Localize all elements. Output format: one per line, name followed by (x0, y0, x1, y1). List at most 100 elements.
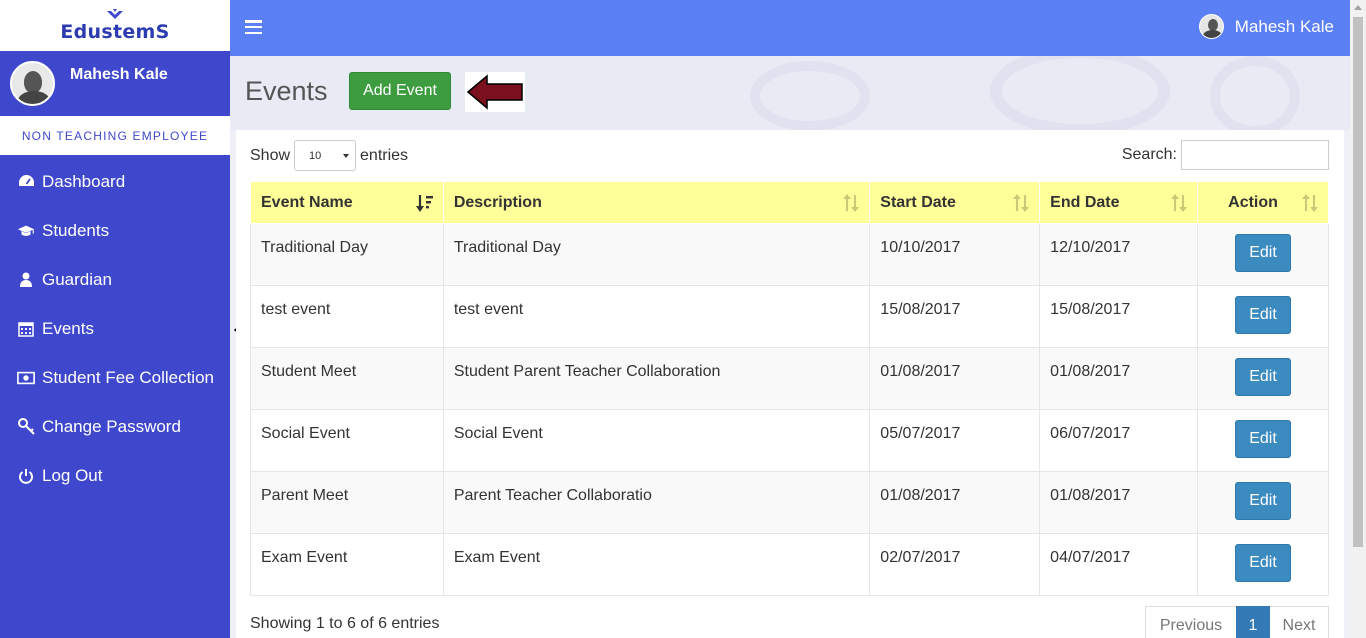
page-title: Events (245, 76, 328, 106)
pagination-next[interactable]: Next (1270, 606, 1329, 638)
user-icon (17, 271, 35, 289)
role-label: NON TEACHING EMPLOYEE (0, 116, 230, 155)
sidebar-item-label: Dashboard (42, 171, 126, 191)
cell-description: Exam Event (442, 533, 871, 596)
edit-button[interactable]: Edit (1235, 358, 1292, 396)
edit-button[interactable]: Edit (1235, 420, 1292, 458)
cell-end-date: 01/08/2017 (1039, 471, 1199, 534)
page-header: Events Add Event (230, 56, 1350, 130)
column-header-description[interactable]: Description (442, 181, 871, 224)
cell-start-date: 15/08/2017 (869, 285, 1041, 348)
top-navbar: Mahesh Kale (230, 0, 1350, 56)
cell-start-date: 05/07/2017 (869, 409, 1041, 472)
cell-start-date: 01/08/2017 (869, 347, 1041, 410)
cell-end-date: 06/07/2017 (1039, 409, 1199, 472)
sort-icon (1013, 194, 1030, 212)
edit-button[interactable]: Edit (1235, 234, 1292, 272)
column-header-end-date[interactable]: End Date (1039, 181, 1199, 224)
sidebar-item-label: Events (42, 318, 94, 338)
cell-end-date: 01/08/2017 (1039, 347, 1199, 410)
column-header-label: End Date (1050, 193, 1120, 211)
add-event-button[interactable]: Add Event (349, 72, 451, 110)
sidebar-item-student-fee-collection[interactable]: Student Fee Collection (0, 353, 230, 402)
background-decoration (1210, 56, 1300, 130)
table-row: Parent Meet Parent Teacher Collaboratio … (250, 471, 1329, 534)
cell-action: Edit (1197, 347, 1329, 410)
table-row: Traditional Day Traditional Day 10/10/20… (250, 223, 1329, 286)
cell-action: Edit (1197, 285, 1329, 348)
cell-description: test event (442, 285, 871, 348)
events-panel: Show 10 entries Search: Event Name Descr… (236, 130, 1344, 638)
scroll-up-icon[interactable] (1354, 5, 1362, 10)
graduation-cap-icon (17, 222, 35, 240)
pagination-previous[interactable]: Previous (1145, 606, 1236, 638)
user-menu[interactable]: Mahesh Kale (1198, 14, 1334, 39)
avatar (10, 61, 55, 106)
cell-event-name: test event (250, 285, 444, 348)
cell-action: Edit (1197, 533, 1329, 596)
chevron-down-icon (343, 154, 350, 158)
table-row: test event test event 15/08/2017 15/08/2… (250, 285, 1329, 348)
entries-select-value: 10 (309, 149, 322, 162)
cell-start-date: 01/08/2017 (869, 471, 1041, 534)
pagination-page-1[interactable]: 1 (1236, 606, 1270, 638)
pagination: Previous 1 Next (1145, 606, 1329, 638)
table-row: Social Event Social Event 05/07/2017 06/… (250, 409, 1329, 472)
menu-toggle-icon[interactable] (245, 20, 262, 34)
cell-event-name: Student Meet (250, 347, 444, 410)
sidebar-item-dashboard[interactable]: Dashboard (0, 157, 230, 206)
left-arrow-annotation-icon (466, 74, 523, 110)
annotation-background (465, 72, 525, 112)
cell-event-name: Exam Event (250, 533, 444, 596)
calendar-icon (17, 320, 35, 338)
user-name: Mahesh Kale (1234, 16, 1334, 36)
cell-start-date: 02/07/2017 (869, 533, 1041, 596)
search-input[interactable] (1181, 140, 1329, 170)
edit-button[interactable]: Edit (1235, 296, 1292, 334)
sidebar-item-label: Guardian (42, 269, 112, 289)
column-header-label: Action (1228, 193, 1278, 211)
sidebar-item-log-out[interactable]: Log Out (0, 451, 230, 500)
sidebar-item-students[interactable]: Students (0, 206, 230, 255)
sidebar-profile: Mahesh Kale (0, 51, 230, 116)
key-icon (17, 418, 35, 436)
graduation-cap-logo-icon (107, 8, 123, 19)
vertical-scrollbar[interactable] (1350, 0, 1366, 638)
sidebar-item-label: Student Fee Collection (42, 367, 214, 387)
profile-name: Mahesh Kale (70, 66, 168, 83)
sidebar-item-change-password[interactable]: Change Password (0, 402, 230, 451)
column-header-action[interactable]: Action (1197, 181, 1329, 224)
scrollbar-thumb[interactable] (1353, 17, 1363, 547)
show-label: Show (250, 146, 291, 164)
entries-select[interactable]: 10 (294, 140, 357, 171)
logo[interactable]: EdustemS (0, 0, 230, 51)
cell-event-name: Parent Meet (250, 471, 444, 534)
sidebar-item-events[interactable]: Events (0, 304, 230, 353)
column-header-label: Event Name (261, 193, 353, 211)
entries-label: entries (360, 146, 409, 164)
column-header-start-date[interactable]: Start Date (869, 181, 1041, 224)
table-row: Exam Event Exam Event 02/07/2017 04/07/2… (250, 533, 1329, 596)
cell-description: Parent Teacher Collaboratio (442, 471, 871, 534)
table-header-row: Event Name Description Start Date End Da… (250, 181, 1329, 224)
avatar (1198, 14, 1224, 39)
cell-end-date: 04/07/2017 (1039, 533, 1199, 596)
edit-button[interactable]: Edit (1235, 482, 1292, 520)
column-header-label: Description (453, 193, 542, 211)
cell-end-date: 15/08/2017 (1039, 285, 1199, 348)
sort-icon (843, 194, 860, 212)
cell-description: Social Event (442, 409, 871, 472)
cell-event-name: Social Event (250, 409, 444, 472)
power-icon (17, 467, 35, 485)
search-control: Search: (1122, 140, 1329, 170)
sort-icon (1302, 194, 1318, 212)
edit-button[interactable]: Edit (1235, 544, 1292, 582)
sidebar-item-label: Log Out (42, 465, 103, 485)
cell-action: Edit (1197, 223, 1329, 286)
sidebar-item-label: Students (42, 220, 110, 240)
sidebar-nav: Dashboard Students Guardian Events Stude… (0, 155, 230, 500)
column-header-event-name[interactable]: Event Name (250, 181, 444, 224)
cell-action: Edit (1197, 471, 1329, 534)
cell-event-name: Traditional Day (250, 223, 444, 286)
sidebar-item-guardian[interactable]: Guardian (0, 255, 230, 304)
